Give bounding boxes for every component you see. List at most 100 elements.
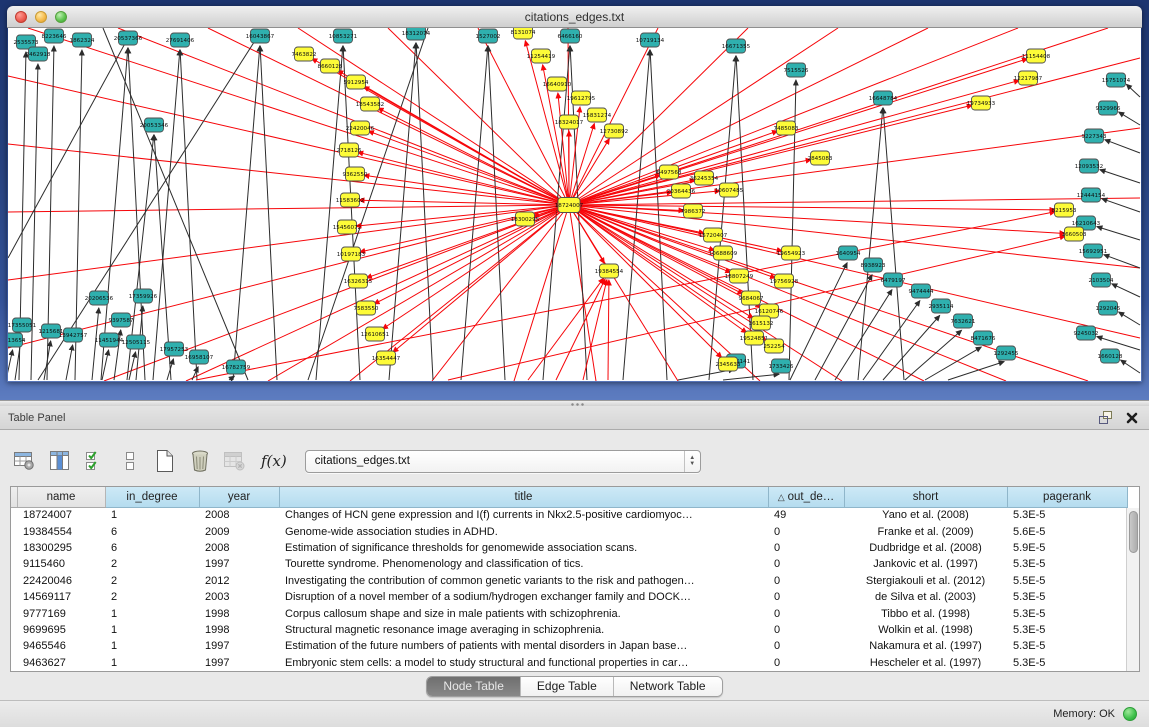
table-row[interactable]: 946554611997Estimation of the future num… [11,638,1127,654]
table-row[interactable]: 946362711997Embryonic stem cells: a mode… [11,655,1127,671]
cell-in_degree[interactable]: 6 [105,540,199,556]
select-columns-icon[interactable] [80,446,110,476]
cell-name[interactable]: 9465546 [17,638,105,654]
table-row[interactable]: 977716911998Corpus callosum shape and si… [11,605,1127,621]
column-header-short[interactable]: short [844,487,1007,507]
cell-pagerank[interactable]: 5.3E-5 [1007,638,1127,654]
cell-out_degree[interactable]: 0 [768,523,844,539]
cell-out_degree[interactable]: 0 [768,605,844,621]
column-header-name[interactable]: name [17,487,105,507]
cell-year[interactable]: 1997 [199,556,279,572]
cell-title[interactable]: Changes of HCN gene expression and I(f) … [279,507,768,523]
tab-node-table[interactable]: Node Table [427,677,521,696]
cell-pagerank[interactable]: 5.3E-5 [1007,589,1127,605]
cell-short[interactable]: Hescheler et al. (1997) [844,655,1007,671]
column-header-year[interactable]: year [199,487,279,507]
float-panel-icon[interactable] [1097,410,1115,426]
cell-short[interactable]: Yano et al. (2008) [844,507,1007,523]
cell-pagerank[interactable]: 5.3E-5 [1007,556,1127,572]
cell-year[interactable]: 2008 [199,507,279,523]
cell-title[interactable]: Disruption of a novel member of a sodium… [279,589,768,605]
cell-short[interactable]: Dudbridge et al. (2008) [844,540,1007,556]
cell-name[interactable]: 9699695 [17,622,105,638]
scrollbar-thumb[interactable] [1129,511,1138,553]
cell-pagerank[interactable]: 5.3E-5 [1007,605,1127,621]
cell-title[interactable]: Estimation of significance thresholds fo… [279,540,768,556]
cell-name[interactable]: 18300295 [17,540,105,556]
cell-out_degree[interactable]: 0 [768,556,844,572]
cell-in_degree[interactable]: 1 [105,655,199,671]
cell-title[interactable]: Tourette syndrome. Phenomenology and cla… [279,556,768,572]
cell-year[interactable]: 1998 [199,622,279,638]
cell-title[interactable]: Corpus callosum shape and size in male p… [279,605,768,621]
cell-out_degree[interactable]: 0 [768,540,844,556]
cell-short[interactable]: Stergiakouli et al. (2012) [844,573,1007,589]
cell-pagerank[interactable]: 5.5E-5 [1007,573,1127,589]
table-row[interactable]: 969969511998Structural magnetic resonanc… [11,622,1127,638]
cell-name[interactable]: 9115460 [17,556,105,572]
cell-out_degree[interactable]: 0 [768,638,844,654]
function-builder-icon[interactable]: f(x) [261,452,287,470]
cell-name[interactable]: 18724007 [17,507,105,523]
cell-short[interactable]: Tibbo et al. (1998) [844,605,1007,621]
cell-in_degree[interactable]: 1 [105,605,199,621]
cell-name[interactable]: 14569117 [17,589,105,605]
cell-year[interactable]: 2008 [199,540,279,556]
tab-edge-table[interactable]: Edge Table [521,677,614,696]
cell-name[interactable]: 19384554 [17,523,105,539]
table-selector-dropdown[interactable]: citations_edges.txt ▲▼ [305,450,701,473]
table-row[interactable]: 1872400712008Changes of HCN gene express… [11,507,1127,523]
cell-pagerank[interactable]: 5.9E-5 [1007,540,1127,556]
cell-short[interactable]: Jankovic et al. (1997) [844,556,1007,572]
cell-name[interactable]: 9777169 [17,605,105,621]
new-column-icon[interactable] [150,446,180,476]
table-row[interactable]: 2242004622012Investigating the contribut… [11,573,1127,589]
cell-pagerank[interactable]: 5.3E-5 [1007,622,1127,638]
cell-out_degree[interactable]: 49 [768,507,844,523]
row-height-icon[interactable] [115,446,145,476]
network-canvas[interactable]: 2535573822364618623242462918205373662769… [8,28,1141,381]
table-row[interactable]: 1830029562008Estimation of significance … [11,540,1127,556]
cell-in_degree[interactable]: 1 [105,622,199,638]
cell-in_degree[interactable]: 1 [105,507,199,523]
table-row[interactable]: 911546021997Tourette syndrome. Phenomeno… [11,556,1127,572]
cell-pagerank[interactable]: 5.3E-5 [1007,655,1127,671]
cell-out_degree[interactable]: 0 [768,655,844,671]
network-window-titlebar[interactable]: citations_edges.txt [7,6,1142,28]
cell-out_degree[interactable]: 0 [768,573,844,589]
table-row[interactable]: 1456911722003Disruption of a novel membe… [11,589,1127,605]
cell-in_degree[interactable]: 2 [105,556,199,572]
cell-pagerank[interactable]: 5.6E-5 [1007,523,1127,539]
cell-year[interactable]: 1998 [199,605,279,621]
cell-in_degree[interactable]: 2 [105,573,199,589]
cell-out_degree[interactable]: 0 [768,622,844,638]
cell-name[interactable]: 22420046 [17,573,105,589]
tab-network-table[interactable]: Network Table [614,677,722,696]
cell-short[interactable]: Franke et al. (2009) [844,523,1007,539]
delete-column-icon[interactable] [185,446,215,476]
cell-year[interactable]: 1997 [199,655,279,671]
cell-title[interactable]: Estimation of the future numbers of pati… [279,638,768,654]
cell-in_degree[interactable]: 6 [105,523,199,539]
cell-short[interactable]: de Silva et al. (2003) [844,589,1007,605]
table-scrollbar[interactable] [1126,508,1139,671]
cell-short[interactable]: Nakamura et al. (1997) [844,638,1007,654]
column-header-out-degree[interactable]: △out_de… [768,487,844,507]
cell-in_degree[interactable]: 1 [105,638,199,654]
cell-year[interactable]: 2009 [199,523,279,539]
cell-year[interactable]: 2003 [199,589,279,605]
close-panel-icon[interactable] [1123,410,1141,426]
table-options-icon[interactable] [10,446,40,476]
column-header-title[interactable]: title [279,487,768,507]
cell-year[interactable]: 2012 [199,573,279,589]
table-row[interactable]: 1938455462009Genome-wide association stu… [11,523,1127,539]
cell-short[interactable]: Wolkin et al. (1998) [844,622,1007,638]
column-header-pagerank[interactable]: pagerank [1007,487,1127,507]
cell-name[interactable]: 9463627 [17,655,105,671]
cell-title[interactable]: Investigating the contribution of common… [279,573,768,589]
cell-title[interactable]: Embryonic stem cells: a model to study s… [279,655,768,671]
column-header-in-degree[interactable]: in_degree [105,487,199,507]
cell-title[interactable]: Structural magnetic resonance image aver… [279,622,768,638]
cell-pagerank[interactable]: 5.3E-5 [1007,507,1127,523]
show-column-icon[interactable] [45,446,75,476]
